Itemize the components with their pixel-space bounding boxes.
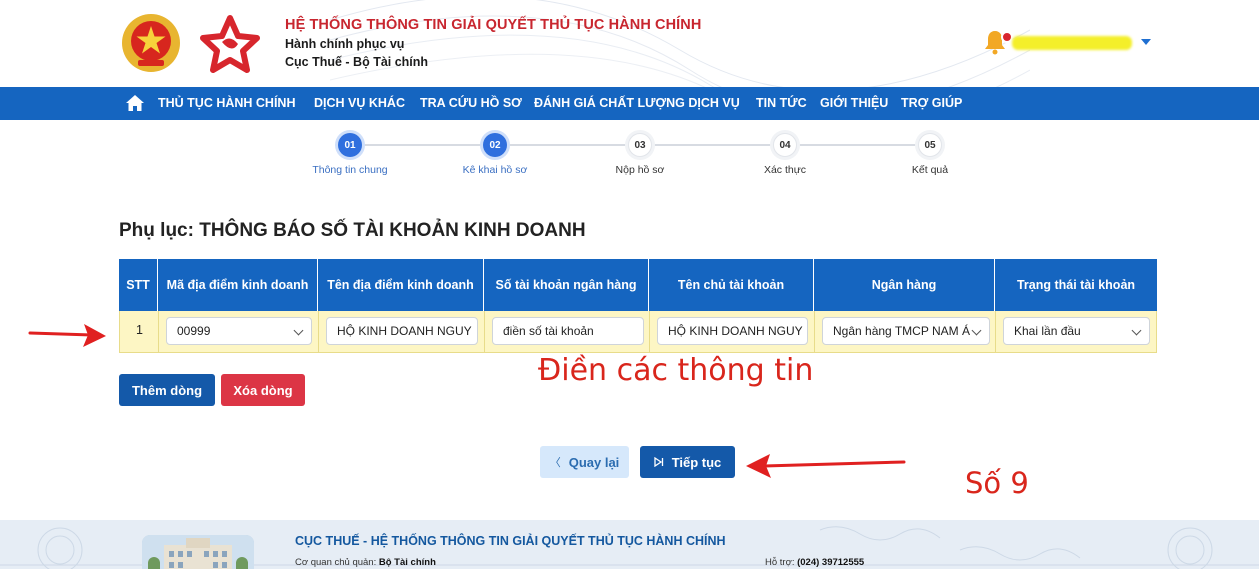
col-header-trang-thai: Trạng thái tài khoản <box>1016 277 1136 292</box>
footer-owner-value: Bộ Tài chính <box>378 557 436 568</box>
footer-support-phone[interactable]: (024) 39712555 <box>797 557 864 568</box>
delete-row-button[interactable]: Xóa dòng <box>221 374 305 406</box>
chevron-left-icon: 〈 <box>549 457 561 469</box>
step-3-label: Nộp hồ sơ <box>615 164 665 176</box>
home-icon[interactable] <box>125 94 145 112</box>
nav-item-tra-cuu-ho-so[interactable]: TRA CỨU HỒ SƠ <box>420 96 522 110</box>
back-button-label: Quay lại <box>568 454 620 470</box>
col-header-so-tai-khoan: Số tài khoản ngân hàng <box>484 259 649 311</box>
col-header-ten-dia-diem: Tên địa điểm kinh doanh <box>318 259 484 311</box>
col-header-ngan-hang: Ngân hàng <box>814 259 995 311</box>
col-header-ma-dia-diem: Mã địa điểm kinh doanh <box>158 259 318 311</box>
brand-subtitle: Hành chính phục vụ <box>285 37 405 51</box>
nav-item-dich-vu-khac[interactable]: DỊCH VỤ KHÁC <box>314 96 405 110</box>
back-button[interactable]: 〈 Quay lại <box>540 446 629 478</box>
ma-dia-diem-value: 00999 <box>177 324 211 338</box>
footer-owner: Cơ quan chủ quản: Bộ Tài chính <box>295 557 436 568</box>
annotation-arrow-left <box>746 454 906 478</box>
ten-dia-diem-value: HỘ KINH DOANH NGUY <box>337 324 472 338</box>
annotation-arrow-right <box>28 324 106 347</box>
ngan-hang-value: Ngân hàng TMCP NAM Á <box>833 324 970 338</box>
footer-owner-label: Cơ quan chủ quản: <box>295 557 377 568</box>
cell-ngan-hang: Ngân hàng TMCP NAM Á <box>815 311 996 352</box>
main-navigation: THỦ TỤC HÀNH CHÍNH DỊCH VỤ KHÁC TRA CỨU … <box>0 87 1259 120</box>
table-header: STT Mã địa điểm kinh doanh Tên địa điểm … <box>119 259 1157 311</box>
so-tai-khoan-value: điền số tài khoản <box>503 324 594 338</box>
brand-title: HỆ THỐNG THÔNG TIN GIẢI QUYẾT THỦ TỤC HÀ… <box>285 17 702 33</box>
footer-support-label: Hỗ trợ: <box>765 557 795 568</box>
skip-next-icon <box>654 457 663 467</box>
user-name-redacted[interactable] <box>1012 36 1132 50</box>
cell-ten-dia-diem: HỘ KINH DOANH NGUY <box>319 311 485 352</box>
stepper-connector <box>652 144 773 146</box>
next-button[interactable]: Tiếp tục <box>640 446 735 478</box>
add-row-button[interactable]: Thêm dòng <box>119 374 215 406</box>
cell-ma-dia-diem: 00999 <box>159 311 319 352</box>
step-4-circle: 04 <box>773 133 797 157</box>
col-header-stt: STT <box>119 259 158 311</box>
nav-item-thu-tuc-hanh-chinh[interactable]: THỦ TỤC HÀNH CHÍNH <box>158 96 296 110</box>
cell-stt: 1 <box>120 311 159 352</box>
annotation-fill-info: Điền các thông tin <box>538 353 814 388</box>
step-4-label: Xác thực <box>763 164 807 176</box>
stepper-connector <box>507 144 628 146</box>
ten-chu-tk-input[interactable]: HỘ KINH DOANH NGUY <box>657 317 808 345</box>
cell-trang-thai: Khai lần đầu <box>996 311 1157 352</box>
footer-support: Hỗ trợ: (024) 39712555 <box>765 557 864 568</box>
page-title: Phụ lục: THÔNG BÁO SỐ TÀI KHOẢN KINH DOA… <box>119 220 586 241</box>
step-2-circle: 02 <box>483 133 507 157</box>
next-button-label: Tiếp tục <box>671 454 722 470</box>
ten-dia-diem-input[interactable]: HỘ KINH DOANH NGUY <box>326 317 478 345</box>
nav-item-gioi-thieu[interactable]: GIỚI THIỆU <box>820 96 888 110</box>
site-footer: CỤC THUẾ - HỆ THỐNG THÔNG TIN GIẢI QUYẾT… <box>0 520 1259 569</box>
cell-so-tai-khoan: điền số tài khoản <box>485 311 650 352</box>
ten-chu-tk-value: HỘ KINH DOANH NGUY <box>668 324 803 338</box>
col-header-ten-chu-tk: Tên chủ tài khoản <box>649 259 814 311</box>
header-wave-decoration <box>330 0 1030 87</box>
step-1-circle: 01 <box>338 133 362 157</box>
tax-building-image <box>142 535 254 569</box>
footer-title: CỤC THUẾ - HỆ THỐNG THÔNG TIN GIẢI QUYẾT… <box>295 534 726 548</box>
nav-item-tro-giup[interactable]: TRỢ GIÚP <box>901 96 962 110</box>
nav-item-tin-tuc[interactable]: TIN TỨC <box>756 96 807 110</box>
trang-thai-select[interactable]: Khai lần đầu <box>1003 317 1150 345</box>
row-number: 1 <box>136 323 143 337</box>
step-2-label: Kê khai hồ sơ <box>462 164 528 176</box>
annotation-step-number: Số 9 <box>965 466 1029 500</box>
step-1-label: Thông tin chung <box>312 164 388 176</box>
national-emblem-icon <box>122 14 180 72</box>
chevron-down-icon <box>1131 325 1142 336</box>
user-menu-caret-icon[interactable] <box>1141 39 1151 45</box>
ma-dia-diem-select[interactable]: 00999 <box>166 317 312 345</box>
tax-department-logo-icon <box>200 15 260 73</box>
step-3-circle: 03 <box>628 133 652 157</box>
chevron-down-icon <box>293 325 304 336</box>
trang-thai-value: Khai lần đầu <box>1014 324 1081 338</box>
stepper-connector <box>797 144 918 146</box>
cell-ten-chu-tk: HỘ KINH DOANH NGUY <box>650 311 815 352</box>
chevron-down-icon <box>971 325 982 336</box>
so-tai-khoan-input[interactable]: điền số tài khoản <box>492 317 644 345</box>
site-header: HỆ THỐNG THÔNG TIN GIẢI QUYẾT THỦ TỤC HÀ… <box>0 0 1259 87</box>
ngan-hang-select[interactable]: Ngân hàng TMCP NAM Á <box>822 317 990 345</box>
brand-organization: Cục Thuế - Bộ Tài chính <box>285 55 429 69</box>
nav-item-danh-gia-chat-luong[interactable]: ĐÁNH GIÁ CHẤT LƯỢNG DỊCH VỤ <box>534 96 740 110</box>
stepper-connector <box>362 144 483 146</box>
table-row: 1 00999 HỘ KINH DOANH NGUY điền số tài k… <box>119 311 1157 353</box>
building-illustration <box>142 535 254 569</box>
step-5-circle: 05 <box>918 133 942 157</box>
step-5-label: Kết quả <box>911 164 949 176</box>
